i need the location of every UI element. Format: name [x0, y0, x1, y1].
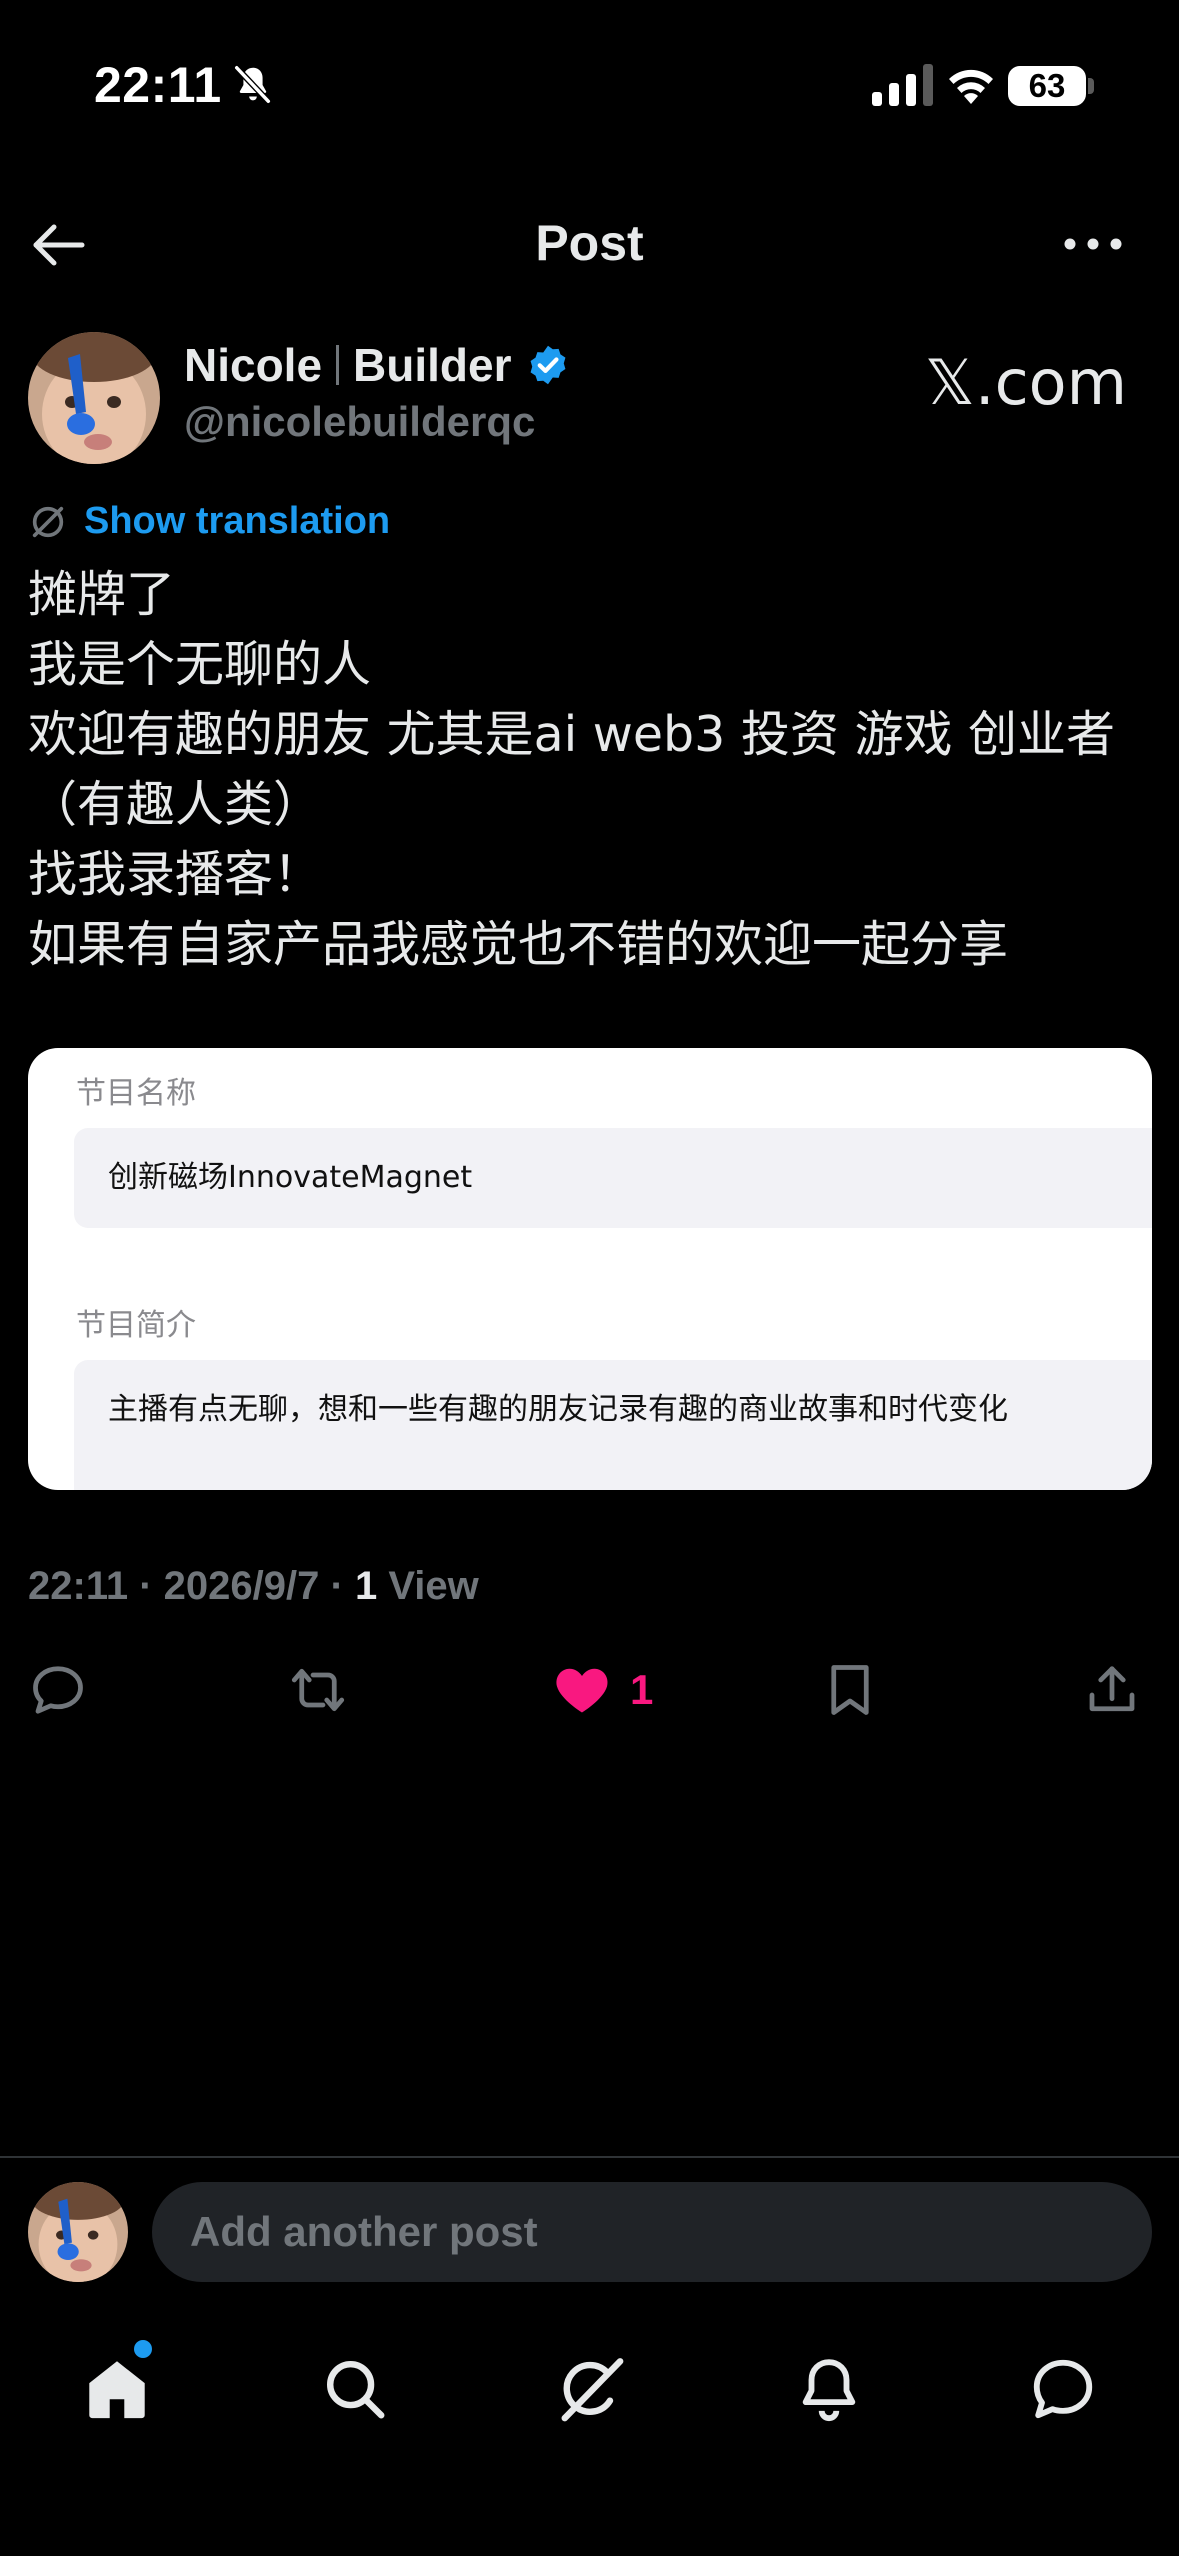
bottom-nav — [0, 2330, 1179, 2450]
post-line: （有趣人类） — [28, 776, 323, 833]
action-bar: 1 — [0, 1650, 1179, 1730]
meta-separator: · — [330, 1564, 355, 1608]
name-separator — [336, 345, 340, 385]
nav-search[interactable] — [310, 2344, 400, 2434]
battery-indicator: 63 — [1008, 66, 1086, 106]
like-count: 1 — [630, 1666, 654, 1713]
grok-icon — [561, 2358, 624, 2422]
repost-icon — [291, 1668, 345, 1712]
bell-icon — [802, 2359, 856, 2422]
page-title: Post — [535, 215, 644, 271]
author-avatar[interactable] — [28, 332, 160, 464]
reply-icon — [33, 1666, 83, 1714]
share-button[interactable] — [1082, 1658, 1142, 1722]
card-field-label: 节目简介 — [76, 1308, 196, 1343]
author-name-second: Builder — [353, 339, 512, 391]
user-avatar[interactable] — [28, 2182, 128, 2282]
signal-icon — [872, 64, 933, 106]
status-bar: 22:11 63 — [0, 0, 1179, 170]
share-icon — [1089, 1666, 1135, 1712]
post-image[interactable]: 节目名称 创新磁场InnovateMagnet 节目简介 主播有点无聊，想和一些… — [28, 1048, 1152, 1490]
meta-separator: · — [139, 1564, 164, 1608]
post-line: 我是个无聊的人 — [28, 636, 372, 693]
post-line: 找我录播客！ — [28, 846, 323, 903]
post-meta: 22:11 · 2026/9/7 · 1 View — [28, 1564, 479, 1609]
post-line: 摊牌了 — [28, 566, 176, 623]
bookmark-icon — [831, 1665, 869, 1715]
bookmark-button[interactable] — [820, 1658, 880, 1722]
heart-filled-icon — [556, 1668, 608, 1713]
translation-row[interactable]: Show translation — [28, 500, 390, 543]
post-time: 22:11 — [28, 1564, 129, 1608]
author-name-first: Nicole — [184, 339, 323, 391]
reply-input[interactable] — [152, 2182, 1152, 2282]
views-count: 1 — [354, 1564, 378, 1608]
post-date: 2026/9/7 — [163, 1564, 320, 1608]
verified-badge-icon — [530, 345, 565, 385]
nav-grok[interactable] — [546, 2344, 636, 2434]
home-icon — [89, 2361, 145, 2419]
views-label[interactable]: View — [388, 1564, 478, 1608]
post-header: Post — [0, 190, 1179, 300]
nav-notifications[interactable] — [784, 2344, 874, 2434]
source-watermark: 𝕏.com — [924, 346, 1127, 419]
translate-icon — [32, 506, 64, 537]
home-notification-dot — [134, 2340, 152, 2358]
like-button[interactable]: 1 — [552, 1658, 653, 1722]
ellipsis-icon[interactable] — [1062, 224, 1124, 264]
status-time: 22:11 — [94, 57, 222, 113]
message-icon — [1033, 2359, 1093, 2419]
post-line: 如果有自家产品我感觉也不错的欢迎一起分享 — [28, 916, 1009, 973]
nav-messages[interactable] — [1018, 2344, 1108, 2434]
repost-button[interactable] — [288, 1658, 348, 1722]
show-translation-link[interactable]: Show translation — [84, 500, 390, 543]
author-name[interactable]: Nicole Builder — [184, 338, 570, 392]
nav-home[interactable] — [72, 2344, 162, 2434]
wifi-icon — [949, 69, 993, 104]
card-field-value: 创新磁场InnovateMagnet — [74, 1128, 1152, 1228]
card-field-label: 节目名称 — [76, 1076, 196, 1111]
card-field-value: 主播有点无聊，想和一些有趣的朋友记录有趣的商业故事和时代变化 — [74, 1360, 1152, 1490]
post-text: 摊牌了 我是个无聊的人 欢迎有趣的朋友 尤其是ai web3 投资 游戏 创业者… — [28, 560, 1158, 980]
bell-slash-icon — [234, 65, 271, 104]
divider — [0, 2156, 1179, 2158]
battery-cap — [1088, 78, 1094, 94]
author-handle[interactable]: @nicolebuilderqc — [184, 398, 535, 446]
reply-button[interactable] — [28, 1658, 88, 1722]
search-icon — [327, 2361, 385, 2419]
post-line: 欢迎有趣的朋友 尤其是ai web3 投资 游戏 创业者 — [28, 706, 1116, 763]
